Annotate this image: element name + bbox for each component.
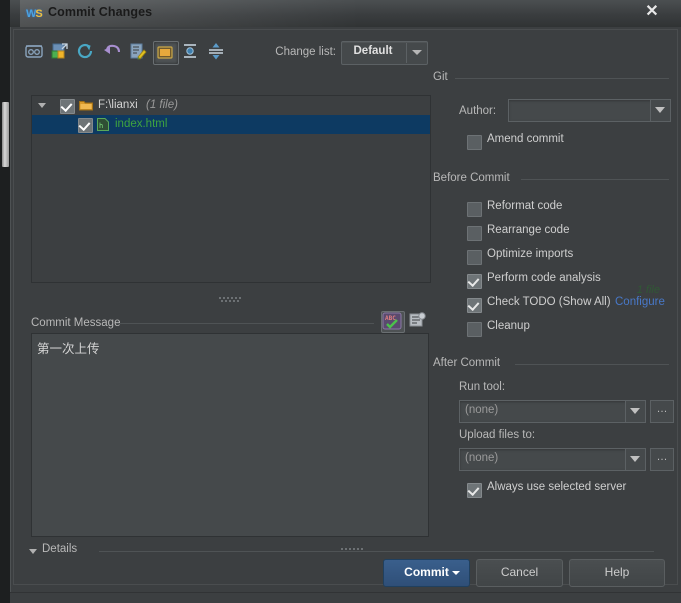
upload-files-combo[interactable]: (none) xyxy=(459,448,646,471)
check-todo-label: Check TODO (Show All) xyxy=(487,296,611,308)
rollback-icon[interactable] xyxy=(101,41,125,63)
html-file-icon: h xyxy=(97,118,109,131)
dialog-body: Change list: Default F:\lianxi (1 file) … xyxy=(10,27,681,603)
perform-code-analysis-checkbox[interactable] xyxy=(467,274,482,289)
collapse-all-icon[interactable] xyxy=(205,41,229,63)
commit-changes-dialog: WS Commit Changes ✕ Change list: Default… xyxy=(0,0,681,603)
status-strip xyxy=(10,592,681,603)
commit-button[interactable]: Commit xyxy=(383,559,470,587)
author-label: Author: xyxy=(459,105,497,117)
commit-message-divider xyxy=(116,323,374,324)
webstorm-logo-icon: WS xyxy=(26,8,43,20)
run-tool-value: (none) xyxy=(465,404,499,416)
run-tool-browse-button[interactable]: … xyxy=(650,400,674,423)
cleanup-checkbox[interactable] xyxy=(467,322,482,337)
folder-file-count: (1 file) xyxy=(146,99,178,111)
show-diff-icon[interactable] xyxy=(23,41,47,63)
commit-message-input[interactable] xyxy=(31,333,429,537)
always-use-selected-server-checkbox[interactable] xyxy=(467,483,482,498)
after-commit-title: After Commit xyxy=(433,357,506,369)
optimize-imports-checkbox[interactable] xyxy=(467,250,482,265)
file-checkbox[interactable] xyxy=(78,118,93,133)
message-history-icon[interactable] xyxy=(408,311,430,331)
chevron-down-icon[interactable] xyxy=(625,401,645,422)
file-count-hint: 1 file xyxy=(636,284,660,296)
commit-button-label: Commit xyxy=(404,565,449,579)
before-commit-divider xyxy=(521,179,669,180)
expand-triangle-icon[interactable] xyxy=(38,103,46,108)
changelist-value: Default xyxy=(353,45,393,57)
author-combo[interactable] xyxy=(508,99,671,122)
help-button[interactable]: Help xyxy=(569,559,665,587)
chevron-down-icon[interactable] xyxy=(650,100,670,121)
combo-separator xyxy=(406,43,407,63)
chevron-down-icon[interactable] xyxy=(625,449,645,470)
spellcheck-abc-icon[interactable]: ABC xyxy=(381,311,405,333)
background-scrollbar[interactable] xyxy=(2,102,9,167)
folder-path-label: F:\lianxi xyxy=(98,99,138,111)
amend-commit-label: Amend commit xyxy=(487,133,564,145)
svg-text:h: h xyxy=(99,122,103,130)
details-label: Details xyxy=(42,543,78,555)
vertical-splitter[interactable] xyxy=(341,548,367,553)
perform-code-analysis-label: Perform code analysis xyxy=(487,272,601,284)
chevron-down-icon[interactable] xyxy=(412,50,422,55)
details-section[interactable]: Details xyxy=(29,543,654,559)
amend-commit-checkbox[interactable] xyxy=(467,135,482,150)
run-tool-combo[interactable]: (none) xyxy=(459,400,646,423)
window-title: Commit Changes xyxy=(48,5,153,19)
background-window-strip xyxy=(0,0,10,603)
optimize-imports-label: Optimize imports xyxy=(487,248,574,260)
run-tool-label: Run tool: xyxy=(459,381,506,393)
commit-message-label-text: Commit Message xyxy=(31,317,121,329)
reformat-code-checkbox[interactable] xyxy=(467,202,482,217)
cancel-button[interactable]: Cancel xyxy=(476,559,563,587)
edit-source-icon[interactable] xyxy=(127,41,151,63)
git-group-divider xyxy=(455,78,669,79)
refresh-icon[interactable] xyxy=(75,41,99,63)
rearrange-code-label: Rearrange code xyxy=(487,224,570,236)
after-commit-divider xyxy=(515,364,669,365)
revert-icon[interactable] xyxy=(49,41,73,63)
always-use-selected-server-label: Always use selected server xyxy=(487,481,627,493)
file-name-label: index.html xyxy=(115,118,168,130)
changelist-combo[interactable]: Default xyxy=(341,41,428,65)
upload-files-browse-button[interactable]: … xyxy=(650,448,674,471)
upload-files-value: (none) xyxy=(465,452,499,464)
changes-toolbar: Change list: Default xyxy=(23,39,428,67)
folder-checkbox[interactable] xyxy=(60,99,75,114)
folder-icon xyxy=(79,99,93,111)
upload-files-label: Upload files to: xyxy=(459,429,536,441)
commit-message-label: Commit Message xyxy=(31,317,120,329)
horizontal-splitter[interactable] xyxy=(219,297,245,302)
reformat-code-label: Reformat code xyxy=(487,200,563,212)
table-row[interactable]: h index.html xyxy=(32,115,430,134)
chevron-down-icon[interactable] xyxy=(29,549,37,554)
table-row[interactable]: F:\lianxi (1 file) xyxy=(32,96,430,115)
changelist-label: Change list: xyxy=(275,46,336,58)
close-icon[interactable]: ✕ xyxy=(641,2,663,22)
rearrange-code-checkbox[interactable] xyxy=(467,226,482,241)
changed-files-tree[interactable]: F:\lianxi (1 file) h index.html xyxy=(31,95,431,283)
expand-all-icon[interactable] xyxy=(179,41,203,63)
group-by-directory-icon[interactable] xyxy=(153,41,179,65)
chevron-down-icon[interactable] xyxy=(452,571,460,575)
configure-link[interactable]: Configure xyxy=(615,296,665,308)
check-todo-checkbox[interactable] xyxy=(467,298,482,313)
git-group-title: Git xyxy=(433,71,453,83)
cleanup-label: Cleanup xyxy=(487,320,530,332)
details-divider xyxy=(99,551,654,552)
title-bar: WS Commit Changes ✕ xyxy=(10,0,681,28)
before-commit-title: Before Commit xyxy=(433,172,515,184)
